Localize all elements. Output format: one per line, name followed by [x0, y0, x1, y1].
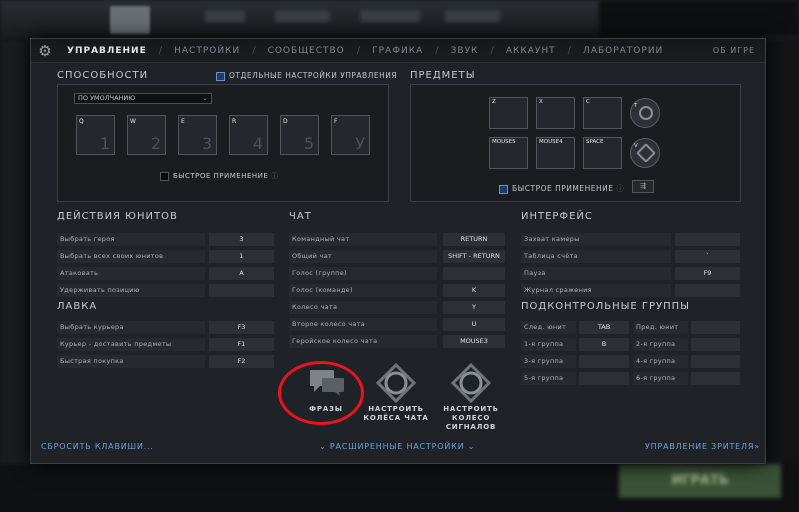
separate-settings-toggle[interactable]: ОТДЕЛЬНЫЕ НАСТРОЙКИ УПРАВЛЕНИЯ [216, 71, 397, 81]
chevron-down-icon: ⌄ [319, 442, 330, 451]
settings-dialog: ⚙ УПРАВЛЕНИЕ / НАСТРОЙКИ / СООБЩЕСТВО / ГРА… [30, 38, 766, 464]
shop-title: ЛАВКА [57, 301, 98, 312]
settings-tabbar: ⚙ УПРАВЛЕНИЕ / НАСТРОЙКИ / СООБЩЕСТВО / ГРА… [31, 39, 765, 63]
reset-keys-link[interactable]: СБРОСИТЬ КЛАВИШИ... [41, 442, 154, 451]
gear-icon: ⚙ [38, 41, 52, 60]
chevron-down-icon: ⌄ [202, 94, 208, 102]
interface-title: ИНТЕРФЕЙС [521, 211, 593, 222]
ability-key[interactable]: FУ [331, 115, 370, 155]
abilities-title: СПОСОБНОСТИ [57, 70, 149, 81]
quickcast-settings-button[interactable]: ⇶ [632, 180, 654, 193]
info-icon: ⓘ [616, 184, 625, 193]
client-nav-item [205, 10, 245, 22]
unit-actions-title: ДЕЙСТВИЯ ЮНИТОВ [57, 211, 178, 222]
items-quickcast-checkbox[interactable] [499, 184, 508, 194]
client-nav-item [445, 10, 500, 22]
tab-sound[interactable]: ЗВУК [439, 46, 491, 56]
item-key[interactable]: X [536, 97, 575, 129]
abilities-panel: ПО УМОЛЧАНИЮ ⌄ Q1 W2 E3 R4 D5 FУ БЫСТРОЕ … [57, 84, 389, 202]
tab-account[interactable]: АККАУНТ [494, 46, 568, 56]
items-quickcast-toggle[interactable]: БЫСТРОЕ ПРИМЕНЕНИЕ ⓘ [499, 183, 624, 194]
client-status-area [599, 0, 799, 36]
config-signal-wheel-button[interactable]: НАСТРОИТЬ КОЛЕСО СИГНАЛОВ [438, 405, 504, 432]
client-nav-item [360, 10, 420, 22]
client-sidebar [0, 40, 30, 470]
chat-title: ЧАТ [289, 211, 312, 222]
play-button[interactable]: ИГРАТЬ [619, 464, 781, 498]
tab-graphics[interactable]: ГРАФИКА [360, 46, 435, 56]
ability-key[interactable]: R4 [229, 115, 268, 155]
separate-settings-checkbox[interactable] [216, 71, 225, 81]
signal-wheel-icon[interactable] [451, 363, 491, 403]
ability-key[interactable]: D5 [280, 115, 319, 155]
tab-settings[interactable]: НАСТРОЙКИ [162, 46, 252, 56]
item-key[interactable]: MOUSE5 [489, 137, 528, 169]
chat-wheel-icon[interactable] [376, 363, 416, 403]
advanced-settings-link[interactable]: ⌄ РАСШИРЕННЫЕ НАСТРОЙКИ ⌄ [319, 442, 475, 451]
ability-key[interactable]: W2 [127, 115, 166, 155]
abilities-quickcast-checkbox[interactable] [160, 171, 169, 181]
annotation-circle [278, 361, 364, 425]
config-chat-wheels-button[interactable]: НАСТРОИТЬ КОЛЁСА ЧАТА [363, 405, 429, 423]
ability-key[interactable]: E3 [178, 115, 217, 155]
abilities-quickcast-toggle[interactable]: БЫСТРОЕ ПРИМЕНЕНИЕ ⓘ [160, 171, 279, 181]
about-link[interactable]: ОБ ИГРЕ [713, 46, 755, 55]
item-round-key[interactable]: V [630, 138, 660, 168]
item-key[interactable]: SPACE [583, 137, 622, 169]
spectator-controls-link[interactable]: УПРАВЛЕНИЕ ЗРИТЕЛЯ» [645, 442, 760, 451]
item-key[interactable]: Z [489, 97, 528, 129]
chevron-down-icon: ⌄ [464, 442, 476, 451]
item-key[interactable]: MOUSE4 [536, 137, 575, 169]
dota-logo-icon [110, 6, 150, 34]
preset-dropdown[interactable]: ПО УМОЛЧАНИЮ ⌄ [74, 93, 212, 104]
ability-key[interactable]: Q1 [76, 115, 115, 155]
item-key[interactable]: C [583, 97, 622, 129]
client-nav-item [275, 10, 330, 22]
neutral-item-icon [636, 143, 656, 163]
tp-scroll-icon [636, 103, 656, 123]
control-groups-title: ПОДКОНТРОЛЬНЫЕ ГРУППЫ [521, 301, 691, 312]
item-round-key[interactable]: T [630, 98, 660, 128]
tab-community[interactable]: СООБЩЕСТВО [256, 46, 357, 56]
tab-labs[interactable]: ЛАБОРАТОРИИ [571, 46, 675, 56]
info-icon: ⓘ [271, 172, 279, 180]
items-title: ПРЕДМЕТЫ [410, 70, 476, 81]
items-panel: Z X C T MOUSE5 MOUSE4 SPACE V БЫСТРОЕ ПР… [410, 84, 741, 202]
tab-controls[interactable]: УПРАВЛЕНИЕ [55, 46, 159, 56]
